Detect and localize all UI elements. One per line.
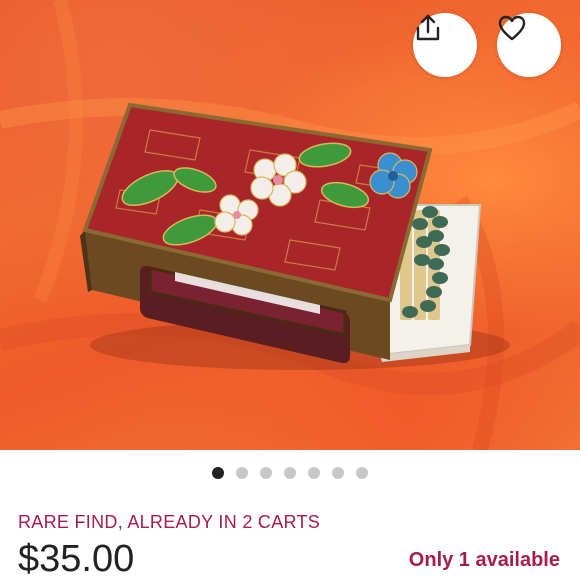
gallery-dot-5[interactable]: [308, 467, 320, 479]
gallery-dot-6[interactable]: [332, 467, 344, 479]
share-icon: [416, 14, 440, 41]
availability-label: Only 1 available: [408, 549, 560, 571]
favorite-button[interactable]: [497, 13, 561, 77]
matchbox-illustration: [0, 0, 580, 450]
product-image[interactable]: [0, 0, 580, 450]
share-button[interactable]: [413, 13, 477, 77]
gallery-dot-7[interactable]: [356, 467, 368, 479]
heart-icon: [498, 15, 526, 41]
gallery-dot-4[interactable]: [284, 467, 296, 479]
price: $35.00: [18, 538, 135, 580]
scarcity-banner: RARE FIND, ALREADY IN 2 CARTS: [18, 512, 321, 532]
gallery-pagination: [0, 467, 580, 479]
gallery-dot-3[interactable]: [260, 467, 272, 479]
gallery-dot-2[interactable]: [236, 467, 248, 479]
gallery-dot-1[interactable]: [212, 467, 224, 479]
